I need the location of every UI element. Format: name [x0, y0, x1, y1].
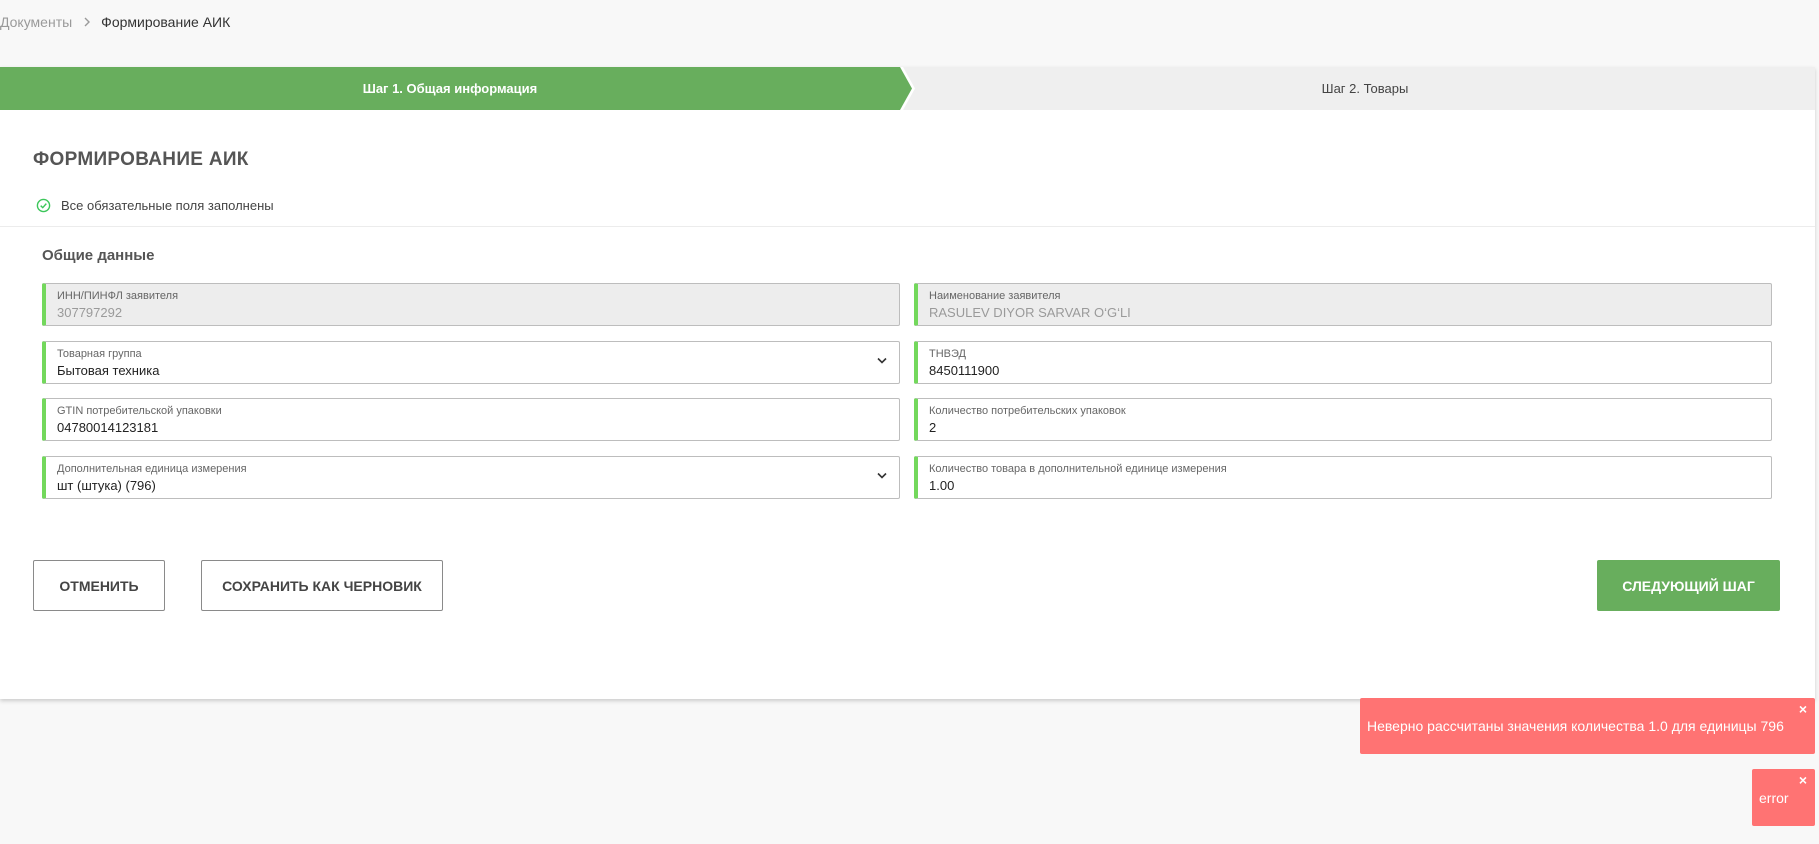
extra-unit-select[interactable]: Дополнительная единица измерения шт (шту… [42, 456, 900, 499]
extra-unit-value: шт (штука) (796) [57, 478, 156, 493]
step-general-info[interactable]: Шаг 1. Общая информация [0, 67, 912, 110]
inn-field-label: ИНН/ПИНФЛ заявителя [57, 290, 179, 302]
save-draft-button[interactable]: СОХРАНИТЬ КАК ЧЕРНОВИК [201, 560, 443, 611]
chevron-down-icon[interactable] [877, 472, 887, 479]
package-count-label: Количество потребительских упаковок [929, 405, 1126, 417]
error-toast[interactable]: Неверно рассчитаны значения количества 1… [1360, 698, 1815, 754]
product-group-value: Бытовая техника [57, 363, 160, 378]
applicant-name-field: Наименование заявителя RASULEV DIYOR SAR… [914, 283, 1772, 326]
close-icon[interactable]: × [1799, 701, 1807, 717]
check-circle-icon [36, 198, 51, 213]
package-count-field[interactable]: Количество потребительских упаковок 2 [914, 398, 1772, 441]
breadcrumb-current: Формирование АИК [101, 14, 231, 30]
step-goods-label: Шаг 2. Товары [1321, 81, 1409, 96]
applicant-name-label: Наименование заявителя [929, 290, 1061, 302]
gtin-label: GTIN потребительской упаковки [57, 405, 222, 417]
validation-status: Все обязательные поля заполнены [36, 198, 274, 213]
extra-unit-qty-field[interactable]: Количество товара в дополнительной едини… [914, 456, 1772, 499]
validation-status-text: Все обязательные поля заполнены [61, 198, 274, 213]
chevron-right-icon [84, 17, 91, 27]
extra-unit-qty-value[interactable]: 1.00 [929, 478, 1771, 493]
error-toast-short[interactable]: error × [1752, 769, 1815, 826]
product-group-select[interactable]: Товарная группа Бытовая техника [42, 341, 900, 384]
gtin-field[interactable]: GTIN потребительской упаковки 0478001412… [42, 398, 900, 441]
extra-unit-qty-label: Количество товара в дополнительной едини… [929, 463, 1227, 475]
package-count-value[interactable]: 2 [929, 420, 1771, 435]
tnved-value[interactable]: 8450111900 [929, 363, 1771, 378]
tnved-field[interactable]: ТНВЭД 8450111900 [914, 341, 1772, 384]
extra-unit-label: Дополнительная единица измерения [57, 463, 247, 475]
form-card: Шаг 1. Общая информация Шаг 2. Товары ФО… [0, 67, 1815, 699]
error-toast-short-message: error [1759, 789, 1789, 806]
chevron-down-icon[interactable] [877, 357, 887, 364]
step-goods[interactable]: Шаг 2. Товары [903, 67, 1815, 110]
product-group-label: Товарная группа [57, 348, 142, 360]
cancel-button[interactable]: ОТМЕНИТЬ [33, 560, 165, 611]
divider [0, 226, 1815, 227]
close-icon[interactable]: × [1799, 772, 1807, 788]
breadcrumb: Документы Формирование АИК [0, 14, 230, 30]
page-title: ФОРМИРОВАНИЕ АИК [33, 149, 249, 170]
stepper: Шаг 1. Общая информация Шаг 2. Товары [0, 67, 1815, 110]
applicant-name-value: RASULEV DIYOR SARVAR O‘G‘LI [929, 305, 1131, 320]
error-toast-message: Неверно рассчитаны значения количества 1… [1367, 718, 1784, 734]
section-title: Общие данные [42, 247, 155, 264]
gtin-value[interactable]: 04780014123181 [57, 420, 899, 435]
step-general-info-label: Шаг 1. Общая информация [362, 81, 538, 96]
breadcrumb-documents-link[interactable]: Документы [0, 14, 72, 30]
inn-field: ИНН/ПИНФЛ заявителя 307797292 [42, 283, 900, 326]
tnved-label: ТНВЭД [929, 348, 966, 360]
inn-field-value: 307797292 [57, 305, 123, 320]
next-step-button[interactable]: СЛЕДУЮЩИЙ ШАГ [1597, 560, 1780, 611]
